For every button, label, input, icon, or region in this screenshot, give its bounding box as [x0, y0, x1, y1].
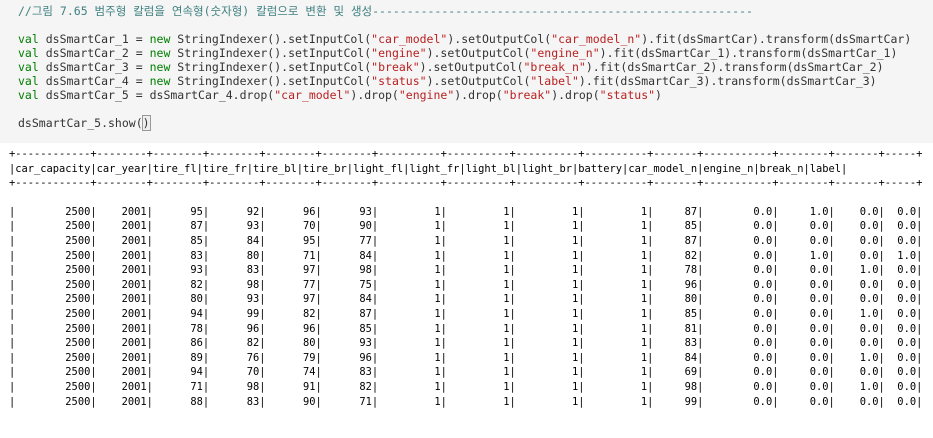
equals: = [128, 60, 150, 74]
equals: = [128, 74, 150, 88]
equals: = [128, 88, 150, 102]
code-editor[interactable]: //그림 7.65 범주형 칼럼을 연속형(숫자형) 칼럼으로 변환 및 생성-… [18, 4, 911, 131]
code-show-line: dsSmartCar_5.show() [18, 115, 911, 131]
expr: ).drop( [551, 88, 600, 102]
table-row: | 2500| 2001| 78| 96| 96| 85| 1| 1| 1| 1… [9, 322, 923, 335]
expr: ).fit(dsSmartCar_3).transform(dsSmartCar… [578, 74, 877, 88]
expr: StringIndexer().setInputCol( [170, 74, 372, 88]
string-literal: "label" [530, 74, 579, 88]
table-row: | 2500| 2001| 94| 70| 74| 83| 1| 1| 1| 1… [9, 366, 923, 379]
string-literal: "break" [371, 60, 420, 74]
code-line-5: val dsSmartCar_5 = dsSmartCar_4.drop("ca… [18, 88, 911, 102]
keyword-val: val [18, 46, 39, 60]
expr: ).setOutputCol( [419, 60, 524, 74]
string-literal: "car_model" [371, 32, 448, 46]
expr: ).fit(dsSmartCar_1).transform(dsSmartCar… [599, 46, 898, 60]
table-border-top: +------------+--------+--------+--------… [9, 148, 923, 160]
expr: StringIndexer().setInputCol( [170, 46, 372, 60]
expr: ).fit(dsSmartCar_2).transform(dsSmartCar… [585, 60, 884, 74]
expr: StringIndexer().setInputCol( [170, 32, 372, 46]
equals: = [128, 32, 150, 46]
string-literal: "car_model" [274, 88, 351, 102]
var-name: dsSmartCar_3 [45, 60, 129, 74]
string-literal: "car_model_n" [551, 32, 642, 46]
string-literal: "break" [502, 88, 552, 102]
expr: StringIndexer().setInputCol( [170, 60, 372, 74]
table-row: | 2500| 2001| 94| 99| 82| 87| 1| 1| 1| 1… [9, 307, 923, 320]
expr: ).setOutputCol( [426, 46, 531, 60]
cell-output: +------------+--------+--------+--------… [0, 143, 933, 438]
table-row: | 2500| 2001| 85| 84| 95| 77| 1| 1| 1| 1… [9, 234, 923, 247]
code-cell[interactable]: //그림 7.65 범주형 칼럼을 연속형(숫자형) 칼럼으로 변환 및 생성-… [0, 0, 933, 143]
keyword-val: val [18, 74, 39, 88]
code-line-4: val dsSmartCar_4 = new StringIndexer().s… [18, 74, 911, 88]
var-name: dsSmartCar_4 [45, 74, 129, 88]
keyword-new: new [149, 46, 171, 60]
string-literal: "engine" [371, 46, 427, 60]
var-name: dsSmartCar_2 [45, 46, 129, 60]
table-row: | 2500| 2001| 82| 98| 77| 75| 1| 1| 1| 1… [9, 278, 923, 291]
equals: = [128, 46, 150, 60]
text-cursor: ) [141, 115, 151, 131]
keyword-val: val [18, 32, 39, 46]
keyword-new: new [149, 74, 171, 88]
expr: dsSmartCar_4.drop( [149, 88, 275, 102]
table-row: | 2500| 2001| 86| 82| 80| 93| 1| 1| 1| 1… [9, 337, 923, 350]
table-row: | 2500| 2001| 80| 93| 97| 84| 1| 1| 1| 1… [9, 293, 923, 306]
expr: ) [655, 88, 662, 102]
string-literal: "status" [599, 88, 656, 102]
string-literal: "status" [371, 74, 427, 88]
show-call: dsSmartCar_5.show( [18, 116, 143, 130]
table-row: | 2500| 2001| 71| 98| 91| 82| 1| 1| 1| 1… [9, 380, 923, 393]
table-header: |car_capacity|car_year|tire_fl|tire_fr|t… [9, 162, 848, 175]
table-spacer [9, 191, 922, 205]
expr: ).setOutputCol( [426, 74, 531, 88]
code-line-2: val dsSmartCar_2 = new StringIndexer().s… [18, 46, 911, 60]
dataframe-show-output: +------------+--------+--------+--------… [9, 147, 922, 409]
table-row: | 2500| 2001| 87| 93| 70| 90| 1| 1| 1| 1… [9, 220, 923, 233]
code-line-1: val dsSmartCar_1 = new StringIndexer().s… [18, 32, 911, 46]
var-name: dsSmartCar_1 [45, 32, 129, 46]
table-row: | 2500| 2001| 95| 92| 96| 93| 1| 1| 1| 1… [9, 205, 923, 218]
expr: ).fit(dsSmartCar).transform(dsSmartCar) [641, 32, 912, 46]
table-row: | 2500| 2001| 88| 83| 90| 71| 1| 1| 1| 1… [9, 395, 923, 408]
keyword-val: val [18, 60, 39, 74]
table-row: | 2500| 2001| 83| 80| 71| 84| 1| 1| 1| 1… [9, 249, 923, 262]
keyword-val: val [18, 88, 39, 102]
expr: ).setOutputCol( [447, 32, 552, 46]
code-line-3: val dsSmartCar_3 = new StringIndexer().s… [18, 60, 911, 74]
table-border-mid: +------------+--------+--------+--------… [9, 177, 923, 190]
string-literal: "engine" [398, 88, 455, 102]
expr: ).drop( [454, 88, 503, 102]
var-name: dsSmartCar_5 [45, 88, 129, 102]
table-row: | 2500| 2001| 93| 83| 97| 98| 1| 1| 1| 1… [9, 264, 923, 277]
keyword-new: new [149, 32, 171, 46]
code-comment: //그림 7.65 범주형 칼럼을 연속형(숫자형) 칼럼으로 변환 및 생성-… [18, 4, 753, 18]
keyword-new: new [149, 60, 171, 74]
table-row: | 2500| 2001| 89| 76| 79| 96| 1| 1| 1| 1… [9, 351, 923, 364]
expr: ).drop( [350, 88, 399, 102]
string-literal: "engine_n" [530, 46, 600, 60]
string-literal: "break_n" [523, 60, 586, 74]
